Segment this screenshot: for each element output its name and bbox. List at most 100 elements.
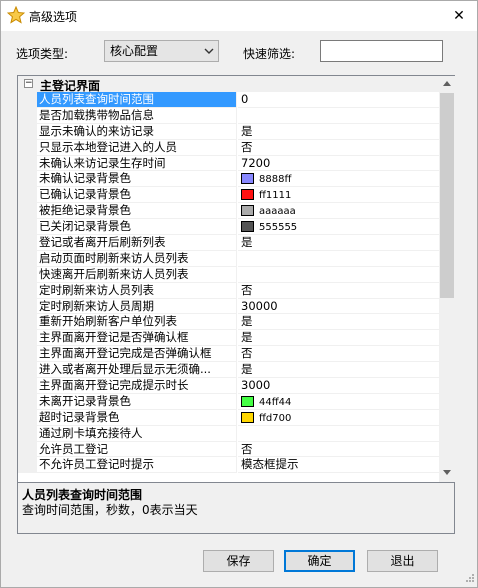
property-value[interactable]: 是 [238, 330, 439, 347]
property-name[interactable]: 主界面离开登记是否弹确认框 [37, 330, 237, 347]
property-value[interactable]: 0 [238, 92, 439, 108]
option-type-select[interactable]: 核心配置 [104, 40, 219, 62]
color-swatch-icon [241, 411, 254, 423]
property-name[interactable]: 被拒绝记录背景色 [37, 203, 237, 220]
property-value[interactable]: ff1111 [238, 187, 439, 204]
color-swatch-icon [241, 173, 254, 185]
property-name[interactable]: 主界面离开登记完成是否弹确认框 [37, 346, 237, 363]
description-text: 查询时间范围，秒数，0表示当天 [22, 503, 198, 517]
row-gutter [18, 266, 37, 283]
property-name[interactable]: 超时记录背景色 [37, 409, 237, 426]
property-row[interactable]: 快速离开后刷新来访人员列表 [18, 266, 439, 283]
property-row[interactable]: 主界面离开登记是否弹确认框是 [18, 330, 439, 347]
property-name[interactable]: 定时刷新来访人员周期 [37, 298, 237, 315]
property-row[interactable]: 进入或者离开处理后显示无须确... 是 [18, 362, 439, 379]
property-name[interactable]: 登记或者离开后刷新列表 [37, 235, 237, 251]
property-row[interactable]: 未离开记录背景色 44ff44 [18, 393, 439, 410]
property-name[interactable]: 未离开记录背景色 [37, 393, 237, 410]
property-row[interactable]: 启动页面时刷新来访人员列表 [18, 250, 439, 267]
scrollbar-thumb[interactable] [440, 93, 454, 298]
vertical-scrollbar[interactable] [439, 76, 455, 482]
property-name[interactable]: 定时刷新来访人员列表 [37, 282, 237, 299]
property-row[interactable]: 定时刷新来访人员周期 30000 [18, 298, 439, 315]
filter-toolbar: 选项类型: 核心配置 快速筛选: [1, 31, 477, 73]
property-value[interactable] [238, 251, 439, 267]
property-value[interactable]: 否 [238, 283, 439, 299]
property-name[interactable]: 主界面离开登记完成提示时长 [37, 378, 237, 394]
property-row[interactable]: 允许员工登记否 [18, 441, 439, 458]
property-value[interactable]: ffd700 [238, 410, 439, 426]
row-gutter [18, 219, 37, 236]
color-swatch-icon [241, 395, 254, 407]
property-value[interactable]: 7200 [238, 156, 439, 172]
property-row[interactable]: 主界面离开登记完成是否弹确认框否 [18, 346, 439, 363]
property-row[interactable]: 通过刷卡填充接待人 [18, 425, 439, 442]
property-row[interactable]: 超时记录背景色 ffd700 [18, 409, 439, 426]
property-row[interactable]: 不允许员工登记时提示 模态框提示 [18, 457, 439, 474]
property-row[interactable]: 已确认记录背景色 ff1111 [18, 187, 439, 204]
property-name[interactable]: 未确认来访记录生存时间 [37, 155, 237, 172]
quick-filter-label: 快速筛选: [243, 47, 296, 61]
property-value[interactable]: 是 [238, 235, 439, 251]
property-value[interactable]: 否 [238, 140, 439, 156]
property-name[interactable]: 快速离开后刷新来访人员列表 [37, 266, 237, 283]
property-row[interactable]: 显示未确认的来访记录是 [18, 123, 439, 140]
row-gutter [18, 107, 37, 124]
property-value[interactable]: 是 [238, 362, 439, 379]
property-row[interactable]: 人员列表查询时间范围 0 [18, 92, 439, 108]
property-row[interactable]: 已关闭记录背景色 555555 [18, 219, 439, 236]
collapse-icon[interactable]: − [24, 79, 33, 88]
property-row[interactable]: 定时刷新来访人员列表否 [18, 282, 439, 299]
property-name[interactable]: 已确认记录背景色 [37, 187, 237, 204]
property-value[interactable]: 30000 [238, 299, 439, 315]
property-value[interactable]: 是 [238, 314, 439, 331]
quick-filter-input[interactable] [320, 40, 443, 62]
property-value[interactable]: 555555 [238, 219, 439, 236]
property-name[interactable]: 未确认记录背景色 [37, 171, 237, 188]
property-row[interactable]: 未确认来访记录生存时间 7200 [18, 155, 439, 172]
property-row[interactable]: 只显示本地登记进入的人员否 [18, 139, 439, 156]
property-value[interactable]: 3000 [238, 378, 439, 394]
close-icon: ✕ [453, 8, 465, 24]
property-name[interactable]: 是否加载携带物品信息 [37, 107, 237, 124]
category-row[interactable]: − 主登记界面 [18, 76, 439, 93]
property-value[interactable] [238, 108, 439, 124]
property-name[interactable]: 人员列表查询时间范围 [37, 92, 237, 108]
property-row[interactable]: 主界面离开登记完成提示时长 3000 [18, 378, 439, 394]
property-grid: − 主登记界面 人员列表查询时间范围 0 是否加载携带物品信息 显示未确认的来访记录是… [17, 75, 455, 483]
ok-button[interactable]: 确定 [284, 550, 355, 572]
property-name[interactable]: 通过刷卡填充接待人 [37, 425, 237, 442]
property-name[interactable]: 已关闭记录背景色 [37, 219, 237, 236]
close-button[interactable]: ✕ [441, 1, 477, 31]
property-name[interactable]: 不允许员工登记时提示 [37, 457, 237, 474]
resize-grip-icon[interactable] [463, 573, 475, 585]
property-value[interactable]: 模态框提示 [238, 457, 439, 474]
property-value[interactable]: aaaaaa [238, 203, 439, 220]
property-value[interactable]: 否 [238, 346, 439, 363]
property-row[interactable]: 未确认记录背景色 8888ff [18, 171, 439, 188]
property-name[interactable]: 进入或者离开处理后显示无须确... [37, 362, 237, 379]
property-value[interactable]: 8888ff [238, 171, 439, 188]
save-button[interactable]: 保存 [203, 550, 274, 572]
advanced-options-window: 高级选项 ✕ 选项类型: 核心配置 快速筛选: − 主登记界面 人员列表查询时间… [0, 0, 478, 588]
property-name[interactable]: 启动页面时刷新来访人员列表 [37, 250, 237, 267]
property-name[interactable]: 显示未确认的来访记录 [37, 123, 237, 140]
scroll-up-icon[interactable] [439, 76, 455, 92]
property-name[interactable]: 只显示本地登记进入的人员 [37, 139, 237, 156]
scroll-down-icon[interactable] [439, 466, 455, 482]
property-row[interactable]: 重新开始刷新客户单位列表是 [18, 314, 439, 331]
property-value[interactable]: 44ff44 [238, 394, 439, 410]
exit-button[interactable]: 退出 [367, 550, 438, 572]
window-title: 高级选项 [29, 10, 78, 24]
property-value[interactable]: 是 [238, 124, 439, 140]
property-row[interactable]: 登记或者离开后刷新列表是 [18, 235, 439, 251]
property-value[interactable] [238, 426, 439, 442]
title-bar: 高级选项 ✕ [1, 1, 477, 31]
property-name[interactable]: 重新开始刷新客户单位列表 [37, 314, 237, 331]
property-value[interactable] [238, 267, 439, 283]
property-row[interactable]: 是否加载携带物品信息 [18, 107, 439, 124]
property-name[interactable]: 允许员工登记 [37, 441, 237, 458]
property-row[interactable]: 被拒绝记录背景色 aaaaaa [18, 203, 439, 220]
row-gutter [18, 441, 37, 458]
property-value[interactable]: 否 [238, 442, 439, 458]
